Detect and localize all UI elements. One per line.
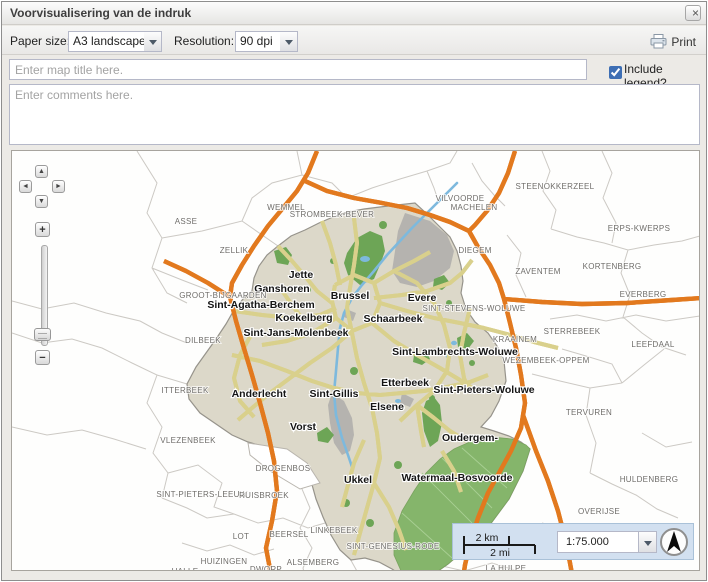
window-title: Voorvisualisering van de indruk <box>10 6 191 20</box>
map-title-input[interactable] <box>9 59 587 80</box>
municipality-label: LEEFDAAL <box>631 340 675 349</box>
plus-icon: + <box>39 224 45 236</box>
toolbar: Paper size: A3 landscape Resolution: 90 … <box>2 26 706 55</box>
region-municipality-label: Etterbeek <box>381 377 429 389</box>
municipality-label: SINT-PIETERS-LEEUW <box>156 490 247 499</box>
comments-textarea[interactable] <box>9 84 700 145</box>
municipality-label: HULDENBERG <box>620 475 679 484</box>
municipality-label: SINT-GENESIUS-RODE <box>347 542 440 551</box>
arrow-down-icon: ▼ <box>38 198 45 205</box>
map-canvas[interactable]: JetteGanshorenBrusselSint-Agatha-Berchem… <box>12 151 700 571</box>
municipality-label: VILVOORDE <box>436 194 485 203</box>
resolution-label: Resolution: <box>174 34 234 48</box>
include-legend-checkbox[interactable] <box>609 66 622 79</box>
pan-left-button[interactable]: ◄ <box>19 180 32 193</box>
municipality-label: GROOT-BIJGAARDEN <box>179 291 266 300</box>
minus-icon: − <box>39 352 45 364</box>
municipality-label: SINT-STEVENS-WOLUWE <box>422 304 525 313</box>
municipality-label: KRAAINEM <box>493 335 537 344</box>
scale-km-label: 2 km <box>476 532 499 544</box>
print-button[interactable]: Print <box>648 31 698 52</box>
municipality-label: OVERIJSE <box>578 507 620 516</box>
municipality-label: TERVUREN <box>566 408 612 417</box>
municipality-label: STROMBEEK-BEVER <box>290 210 375 219</box>
arrow-right-icon: ► <box>55 183 62 190</box>
region-municipality-label: Jette <box>289 269 314 281</box>
municipality-label: RUISBROEK <box>239 491 289 500</box>
municipality-label: MACHELEN <box>451 203 498 212</box>
region-municipality-label: Brussel <box>331 290 370 302</box>
municipality-label: ITTERBEEK <box>161 386 209 395</box>
region-municipality-label: Oudergem- <box>442 432 499 444</box>
municipality-label: DIEGEM <box>458 246 491 255</box>
arrow-left-icon: ◄ <box>22 183 29 190</box>
map-viewport: JetteGanshorenBrusselSint-Agatha-Berchem… <box>11 150 700 571</box>
municipality-label: DILBEEK <box>185 336 221 345</box>
municipality-label: ZELLIK <box>220 246 249 255</box>
municipality-label: BEERSEL <box>269 530 308 539</box>
municipality-label: STEENOKKERZEEL <box>516 182 595 191</box>
region-municipality-label: Sint-Jans-Molenbeek <box>243 327 348 339</box>
zoom-out-button[interactable]: − <box>35 350 50 365</box>
pan-up-button[interactable]: ▲ <box>35 165 48 178</box>
municipality-label: ASSE <box>175 217 198 226</box>
municipality-label: ZAVENTEM <box>515 267 560 276</box>
pan-right-button[interactable]: ► <box>52 180 65 193</box>
region-municipality-label: Sint-Lambrechts-Woluwe <box>392 346 518 358</box>
printer-icon <box>650 34 667 49</box>
municipality-label: HUIZINGEN <box>201 557 248 566</box>
region-municipality-label: Ukkel <box>344 474 372 486</box>
municipality-label: LOT <box>233 532 249 541</box>
print-button-label: Print <box>671 35 696 49</box>
municipality-label: HALLE <box>172 567 199 571</box>
title-bar: Voorvisualisering van de indruk × <box>2 2 706 25</box>
region-municipality-label: Evere <box>408 292 437 304</box>
pan-down-button[interactable]: ▼ <box>35 195 48 208</box>
municipality-label: DWORP <box>250 565 282 571</box>
scale-dropdown-trigger-icon[interactable] <box>639 531 657 553</box>
region-municipality-label: Elsene <box>370 401 404 413</box>
municipality-label: KORTENBERG <box>583 262 642 271</box>
arrow-up-icon: ▲ <box>38 168 45 175</box>
paper-size-dropdown-trigger-icon[interactable] <box>144 31 162 52</box>
region-municipality-label: Koekelberg <box>275 312 332 324</box>
scale-panel: 2 km 2 mi 1:75.000 <box>452 523 694 560</box>
paper-size-combobox[interactable]: A3 landscape <box>68 31 145 52</box>
municipality-label: DROGENBOS <box>256 464 311 473</box>
region-municipality-label: Sint-Gillis <box>309 388 358 400</box>
municipality-label: STERREBEEK <box>544 327 601 336</box>
scale-combobox[interactable]: 1:75.000 <box>557 531 639 553</box>
zoom-slider-handle[interactable] <box>34 328 51 341</box>
region-municipality-label: Watermaal-Bosvoorde <box>401 472 512 484</box>
region-municipality-label: Sint-Agatha-Berchem <box>207 299 314 311</box>
region-municipality-label: Anderlecht <box>232 388 287 400</box>
region-municipality-label: Sint-Pieters-Woluwe <box>433 384 534 396</box>
north-arrow-icon <box>660 528 688 556</box>
municipality-label: WEZEMBEEK-OPPEM <box>502 356 589 365</box>
close-icon[interactable]: × <box>685 5 701 21</box>
print-preview-window: Voorvisualisering van de indruk × Paper … <box>1 1 707 581</box>
municipality-label: LINKEBEEK <box>310 526 358 535</box>
region-municipality-label: Vorst <box>290 421 317 433</box>
municipality-label: ERPS-KWERPS <box>608 224 670 233</box>
scale-bar: 2 km 2 mi <box>457 526 555 559</box>
zoom-in-button[interactable]: + <box>35 222 50 237</box>
municipality-label: LA HULPE <box>486 564 527 571</box>
region-municipality-label: Schaarbeek <box>364 313 423 325</box>
paper-size-label: Paper size: <box>10 34 70 48</box>
municipality-label: EVERBERG <box>620 290 667 299</box>
resolution-dropdown-trigger-icon[interactable] <box>280 31 298 52</box>
municipality-label: ALSEMBERG <box>287 558 340 567</box>
municipality-label: VLEZENBEEK <box>160 436 216 445</box>
scale-mi-label: 2 mi <box>490 547 510 559</box>
resolution-combobox[interactable]: 90 dpi <box>235 31 281 52</box>
